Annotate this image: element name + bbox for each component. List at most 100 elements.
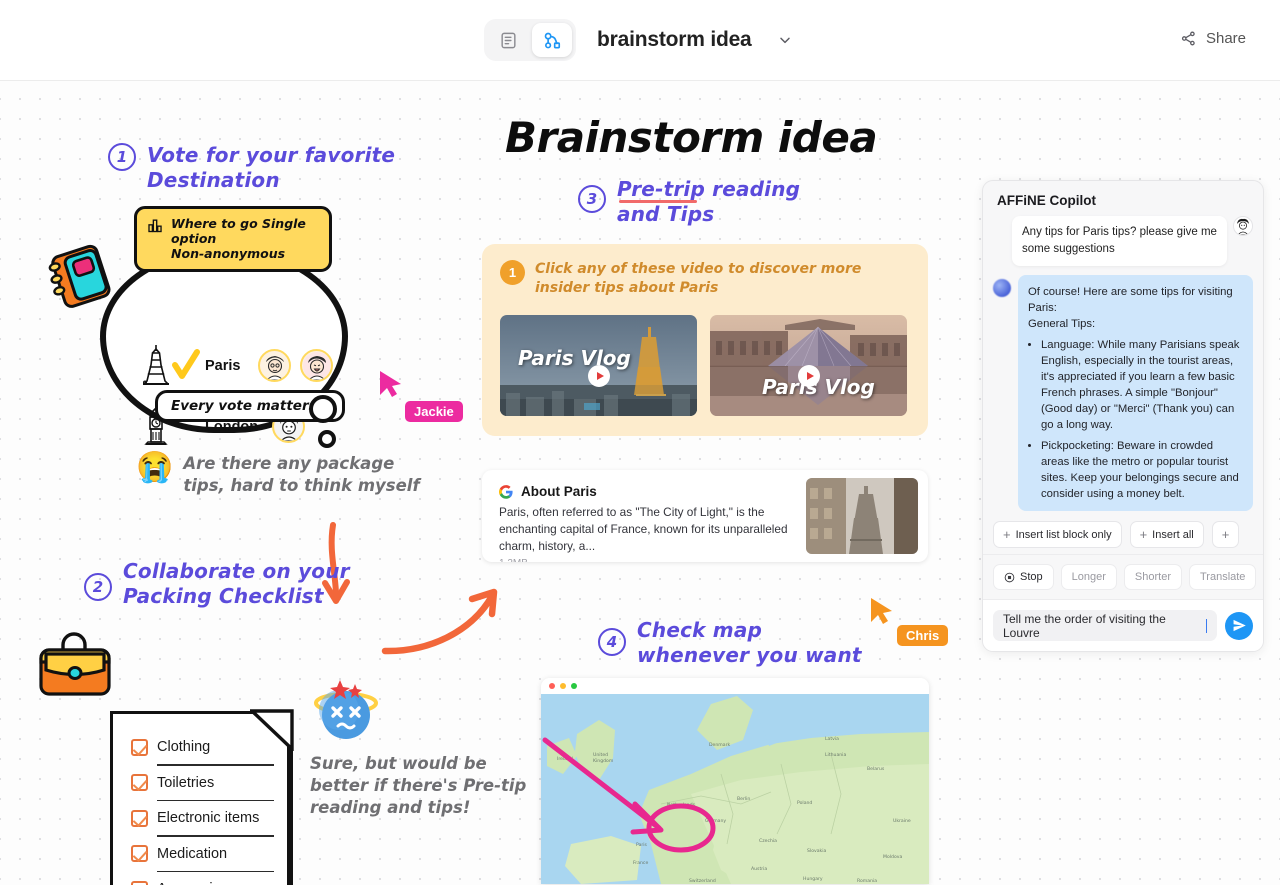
page-mode-button[interactable] bbox=[488, 23, 528, 57]
checklist-item[interactable]: Accesories bbox=[131, 872, 287, 885]
step-3-number: 3 bbox=[578, 185, 606, 213]
stop-button[interactable]: Stop bbox=[993, 564, 1054, 590]
map-viewport[interactable]: United Kingdom Ireland Denmark Latvia Lit… bbox=[541, 694, 929, 884]
share-label: Share bbox=[1205, 30, 1246, 47]
poll-option-paris-label: Paris bbox=[205, 357, 241, 374]
tips-badge: 1 bbox=[500, 260, 525, 285]
window-zoom-dot[interactable] bbox=[571, 683, 577, 689]
tips-line2: insider tips about Paris bbox=[535, 280, 719, 296]
translate-button[interactable]: Translate bbox=[1188, 564, 1257, 590]
play-icon[interactable] bbox=[588, 365, 610, 387]
avatar bbox=[300, 349, 334, 382]
ai-orb-icon bbox=[993, 279, 1011, 297]
tips-line1: Click any of these video to discover mor… bbox=[535, 261, 862, 277]
step-3-line2: and Tips bbox=[617, 202, 715, 226]
avatar bbox=[258, 349, 292, 382]
checkbox-checked-icon[interactable] bbox=[131, 845, 148, 863]
checkbox-checked-icon[interactable] bbox=[131, 809, 148, 827]
poll-header-line1: Where to go Single option bbox=[171, 216, 306, 246]
ai-bullet: Pickpocketing: Beware in crowded areas l… bbox=[1041, 438, 1243, 502]
edgeless-mode-button[interactable] bbox=[532, 23, 572, 57]
dizzy-emoji-icon bbox=[313, 677, 379, 753]
bookmark-card-about-paris[interactable]: About Paris Paris, often referred to as … bbox=[482, 470, 928, 562]
cursor-jackie bbox=[378, 369, 404, 404]
insert-all-button[interactable]: + Insert all bbox=[1129, 521, 1204, 548]
person-avatar-icon bbox=[1234, 217, 1252, 235]
copilot-input-value: Tell me the order of visiting the Louvre bbox=[1003, 611, 1166, 640]
video-1-label: Paris Vlog bbox=[518, 346, 631, 370]
translate-label: Translate bbox=[1199, 571, 1246, 583]
bookmark-description: Paris, often referred to as "The City of… bbox=[499, 505, 788, 553]
video-card-paris-vlog-1[interactable]: Paris Vlog bbox=[500, 315, 697, 416]
share-button[interactable]: Share bbox=[1174, 26, 1252, 51]
map-window[interactable]: United Kingdom Ireland Denmark Latvia Lit… bbox=[541, 678, 929, 884]
mode-switch bbox=[484, 19, 576, 61]
poll-header-line2: Non-anonymous bbox=[171, 246, 286, 261]
insert-chip-label: Insert all bbox=[1152, 528, 1194, 541]
board-title: Brainstorm idea bbox=[505, 113, 878, 162]
document-title[interactable]: brainstorm idea bbox=[597, 28, 752, 52]
copilot-input-row: Tell me the order of visiting the Louvre bbox=[983, 599, 1263, 651]
insert-more-button[interactable]: + bbox=[1211, 521, 1240, 548]
ai-intro-2: General Tips: bbox=[1028, 318, 1096, 330]
more-button[interactable]: Mo bbox=[1263, 564, 1264, 590]
chevron-down-icon bbox=[780, 37, 790, 44]
edgeless-icon bbox=[544, 32, 560, 49]
dizzy-note-line2: better if there's Pre-tip bbox=[310, 776, 527, 795]
text-caret bbox=[1205, 618, 1207, 633]
step-4-number: 4 bbox=[598, 628, 626, 656]
step-1-heading: 1 Vote for your favorite Destination bbox=[108, 143, 395, 193]
poll-header: Where to go Single option Non-anonymous bbox=[134, 206, 332, 272]
stop-label: Stop bbox=[1020, 571, 1043, 583]
checkbox-checked-icon[interactable] bbox=[131, 880, 148, 885]
copilot-title: AFFiNE Copilot bbox=[997, 193, 1096, 208]
step-4-line1: Check map bbox=[637, 618, 763, 642]
shorter-button[interactable]: Shorter bbox=[1123, 564, 1182, 590]
longer-button[interactable]: Longer bbox=[1060, 564, 1117, 590]
title-dropdown-button[interactable] bbox=[775, 30, 795, 50]
eiffel-tower-icon bbox=[142, 345, 169, 385]
cursor-pointer-icon bbox=[871, 598, 892, 624]
insert-list-block-only-button[interactable]: + Insert list block only bbox=[993, 521, 1122, 548]
video-card-paris-vlog-2[interactable]: Paris Vlog bbox=[710, 315, 907, 416]
person-avatar-icon bbox=[302, 351, 331, 380]
bubble-tail-small bbox=[318, 430, 336, 448]
user-message-row: Any tips for Paris tips? please give me … bbox=[993, 216, 1253, 266]
checklist-item[interactable]: Electronic items bbox=[131, 801, 287, 835]
plus-icon: + bbox=[1139, 527, 1148, 542]
checkbox-checked-icon[interactable] bbox=[131, 774, 148, 792]
plus-icon: + bbox=[1003, 527, 1011, 542]
step-1-number: 1 bbox=[108, 143, 136, 171]
ai-message-row: Of course! Here are some tips for visiti… bbox=[993, 275, 1253, 511]
poll-option-paris[interactable]: Paris bbox=[141, 343, 334, 388]
send-button[interactable] bbox=[1225, 611, 1253, 640]
user-message: Any tips for Paris tips? please give me … bbox=[1012, 216, 1227, 266]
checklist-item[interactable]: Medication bbox=[131, 837, 287, 871]
sad-note: 😭 Are there any package tips, hard to th… bbox=[136, 453, 420, 497]
play-icon[interactable] bbox=[798, 365, 820, 387]
checklist-item-label: Electronic items bbox=[157, 810, 260, 827]
window-close-dot[interactable] bbox=[549, 683, 555, 689]
ai-bullet: Language: While many Parisians speak Eng… bbox=[1041, 337, 1243, 433]
copilot-panel[interactable]: AFFiNE Copilot Any tips for Paris tips? … bbox=[982, 180, 1264, 652]
stop-icon bbox=[1004, 572, 1015, 582]
window-minimize-dot[interactable] bbox=[560, 683, 566, 689]
video-tips-card[interactable]: 1 Click any of these video to discover m… bbox=[482, 244, 928, 436]
step-2-number: 2 bbox=[84, 573, 112, 601]
copilot-conversation: Any tips for Paris tips? please give me … bbox=[983, 208, 1263, 554]
vote-check-icon bbox=[172, 348, 200, 379]
checklist-item[interactable]: Toiletries bbox=[131, 766, 287, 800]
poll-bar-icon bbox=[148, 219, 162, 233]
longer-label: Longer bbox=[1071, 571, 1106, 583]
pink-annotation-overlay bbox=[542, 737, 716, 853]
step-2-heading: 2 Collaborate on your Packing Checklist bbox=[84, 559, 350, 609]
checkbox-checked-icon[interactable] bbox=[131, 738, 148, 756]
step-4-line2: whenever you want bbox=[637, 643, 862, 667]
checklist-item-label: Toiletries bbox=[157, 774, 215, 791]
copilot-action-row: Stop Longer Shorter Translate Mo bbox=[983, 554, 1263, 599]
share-icon bbox=[1181, 31, 1195, 46]
bookmark-thumbnail bbox=[806, 478, 918, 554]
step-2-line2: Packing Checklist bbox=[123, 584, 324, 608]
briefcase-icon bbox=[36, 632, 114, 703]
copilot-input[interactable]: Tell me the order of visiting the Louvre bbox=[993, 610, 1217, 641]
